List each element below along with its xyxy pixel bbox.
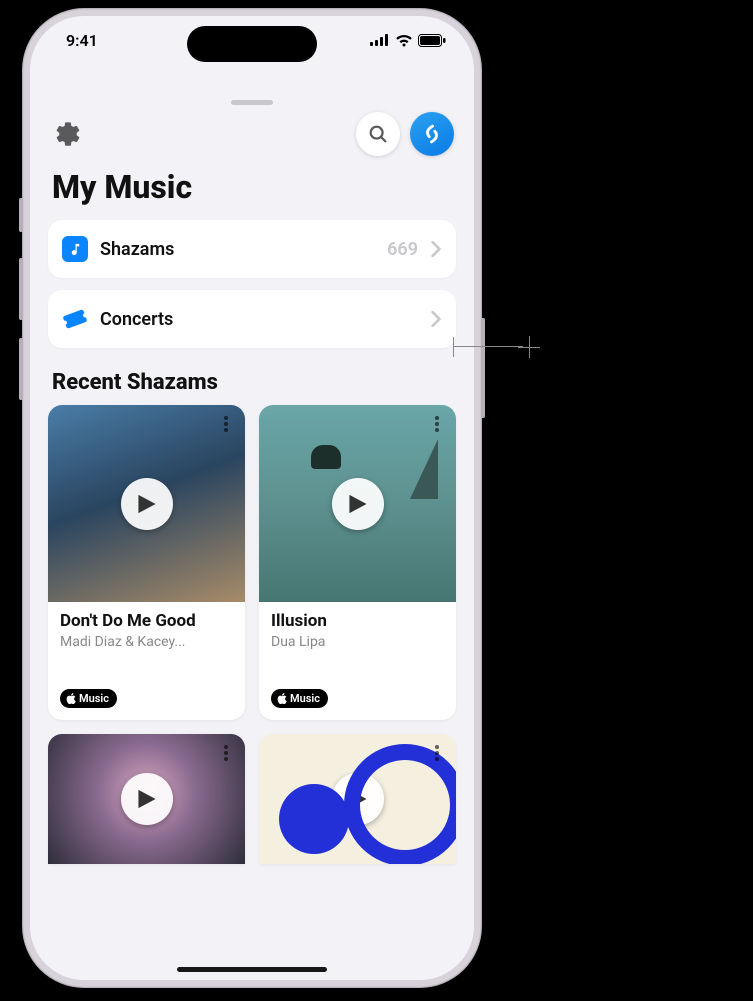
volume-up — [19, 258, 23, 320]
list-section: Shazams 669 Concerts — [30, 220, 474, 348]
play-button[interactable] — [121, 773, 173, 825]
sheet-grabber[interactable] — [231, 100, 273, 105]
more-button[interactable] — [426, 413, 448, 435]
gear-icon — [54, 120, 82, 148]
play-icon — [137, 493, 157, 515]
callout-marker — [518, 336, 540, 358]
more-button[interactable] — [215, 742, 237, 764]
album-art — [259, 734, 456, 864]
artwork-shape — [410, 439, 438, 499]
concerts-row[interactable]: Concerts — [48, 290, 456, 348]
power-button — [481, 318, 485, 418]
song-artist: Madi Diaz & Kacey... — [60, 634, 233, 650]
play-icon — [137, 788, 157, 810]
shazams-count: 669 — [387, 239, 418, 260]
play-button[interactable] — [121, 478, 173, 530]
more-button[interactable] — [215, 413, 237, 435]
settings-button[interactable] — [50, 116, 86, 152]
home-indicator[interactable] — [177, 967, 327, 972]
badge-label: Music — [290, 692, 320, 705]
badge-label: Music — [79, 692, 109, 705]
cellular-icon — [370, 34, 390, 46]
search-button[interactable] — [356, 112, 400, 156]
album-art — [259, 405, 456, 602]
artwork-shape — [311, 445, 341, 469]
song-artist: Dua Lipa — [271, 634, 444, 650]
callout-line — [453, 346, 523, 347]
phone-frame: 9:41 My Music — [22, 8, 482, 988]
header-actions — [30, 64, 474, 156]
album-art — [48, 734, 245, 864]
recent-grid: Don't Do Me Good Madi Diaz & Kacey... Mu… — [30, 405, 474, 720]
apple-icon — [66, 693, 76, 704]
shazam-icon — [419, 121, 445, 147]
dynamic-island — [187, 26, 317, 62]
play-icon — [348, 493, 368, 515]
shazam-button[interactable] — [410, 112, 454, 156]
song-card[interactable]: Don't Do Me Good Madi Diaz & Kacey... Mu… — [48, 405, 245, 720]
song-card[interactable] — [48, 734, 245, 864]
search-icon — [367, 123, 389, 145]
wifi-icon — [395, 34, 413, 47]
recent-heading: Recent Shazams — [30, 348, 474, 405]
mute-switch — [19, 198, 23, 232]
ticket-icon — [62, 306, 88, 332]
status-right — [370, 34, 446, 47]
music-note-icon — [62, 236, 88, 262]
shazams-row[interactable]: Shazams 669 — [48, 220, 456, 278]
more-button[interactable] — [426, 742, 448, 764]
screen: 9:41 My Music — [30, 16, 474, 980]
play-icon — [348, 788, 368, 810]
album-art — [48, 405, 245, 602]
chevron-right-icon — [430, 241, 442, 257]
apple-music-badge[interactable]: Music — [60, 689, 117, 708]
concerts-label: Concerts — [100, 309, 418, 330]
apple-icon — [277, 693, 287, 704]
song-card[interactable]: Illusion Dua Lipa Music — [259, 405, 456, 720]
play-button[interactable] — [332, 478, 384, 530]
page-title: My Music — [30, 156, 474, 220]
status-time: 9:41 — [66, 31, 98, 50]
volume-down — [19, 338, 23, 400]
chevron-right-icon — [430, 311, 442, 327]
battery-icon — [418, 34, 446, 47]
song-card[interactable] — [259, 734, 456, 864]
song-title: Illusion — [271, 612, 444, 632]
song-title: Don't Do Me Good — [60, 612, 233, 632]
apple-music-badge[interactable]: Music — [271, 689, 328, 708]
play-button[interactable] — [332, 773, 384, 825]
shazams-label: Shazams — [100, 239, 375, 260]
recent-grid-row2 — [30, 734, 474, 864]
